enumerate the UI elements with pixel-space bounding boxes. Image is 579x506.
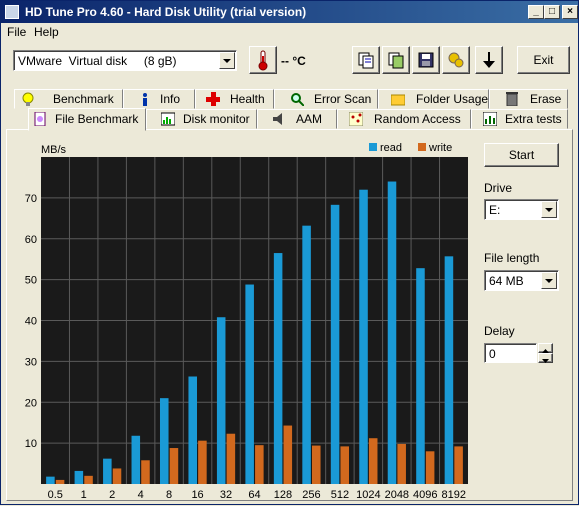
y-tick-labels: 10 20 30 40 50 60 70 [25,193,37,450]
bar-read [387,181,397,484]
x-tick-label: 128 [274,489,292,501]
bar-write [84,475,93,484]
bar-write [312,445,321,484]
bar-write [425,451,435,484]
bar-read [416,268,425,484]
file-length-label: File length [484,251,540,265]
x-tick-label: 16 [191,489,203,501]
bar-write [397,443,406,484]
chart-legend: read write [369,142,452,154]
bar-read [330,204,340,485]
chevron-down-icon[interactable] [541,272,557,289]
bar-read [302,225,311,485]
bar-read [245,284,254,484]
x-tick-label: 2 [109,489,115,501]
bar-write [226,433,236,484]
spin-down-icon [542,359,549,363]
bar-read [188,376,197,484]
tab-file-benchmark[interactable]: File Benchmark [28,108,146,131]
start-button[interactable]: Start [484,143,559,167]
bar-write [198,440,207,484]
app-window: HD Tune Pro 4.60 - Hard Disk Utility (tr… [0,0,579,505]
drive-label: Drive [484,181,513,195]
x-tick-label: 1 [81,489,87,501]
tab-file-benchmark-label: File Benchmark [55,112,139,126]
x-tick-label: 2048 [385,489,409,501]
bar-write [141,460,150,484]
bar-write [112,468,122,484]
x-tick-label: 8192 [442,489,466,501]
bar-read [159,398,169,484]
y-tick-label: 30 [25,356,37,368]
delay-decrement-button[interactable] [538,353,553,363]
drive-select[interactable]: E: [484,199,559,220]
bar-write [368,438,378,484]
bar-read [273,253,283,484]
legend-read-label: read [380,142,402,154]
chevron-down-icon[interactable] [541,201,557,218]
y-tick-label: 50 [25,275,37,287]
legend-write-swatch [418,143,426,151]
x-tick-label: 512 [331,489,349,501]
x-tick-label: 8 [166,489,172,501]
file-length-select-value: 64 MB [489,274,524,288]
y-tick-label: 10 [25,438,37,450]
delay-input[interactable]: 0 [484,343,537,363]
file-benchmark-icon [34,112,46,126]
y-tick-label: 40 [25,316,37,328]
x-tick-label: 0.5 [48,489,63,501]
delay-label: Delay [484,324,515,338]
drive-select-value: E: [489,203,501,217]
legend-write-label: write [428,142,452,154]
bar-write [454,446,463,484]
bar-read [359,189,368,484]
bar-read [131,435,141,484]
bar-write [169,448,179,484]
y-tick-label: 60 [25,234,37,246]
y-tick-label: 20 [25,397,37,409]
x-tick-label: 32 [220,489,232,501]
y-axis-label: MB/s [41,144,67,156]
file-length-select[interactable]: 64 MB [484,270,559,291]
x-tick-label: 4 [138,489,144,501]
bar-write [283,425,293,484]
x-tick-label: 64 [248,489,260,501]
x-tick-label: 4096 [413,489,437,501]
bar-write [340,446,350,484]
bar-read [444,256,454,484]
bar-write [55,479,65,484]
bar-read [103,458,112,484]
x-tick-labels: 0.5 1 2 4 8 16 32 64 128 256 512 1024 2048 4096 8192 [48,489,466,501]
bar-read [46,476,55,484]
delay-input-value: 0 [489,347,496,361]
legend-read-swatch [369,143,377,151]
bar-read [74,470,84,484]
bar-read [216,317,226,484]
delay-increment-button[interactable] [538,343,553,353]
bar-write [255,445,264,484]
y-tick-label: 70 [25,193,37,205]
x-tick-label: 256 [302,489,320,501]
x-tick-label: 1024 [356,489,380,501]
